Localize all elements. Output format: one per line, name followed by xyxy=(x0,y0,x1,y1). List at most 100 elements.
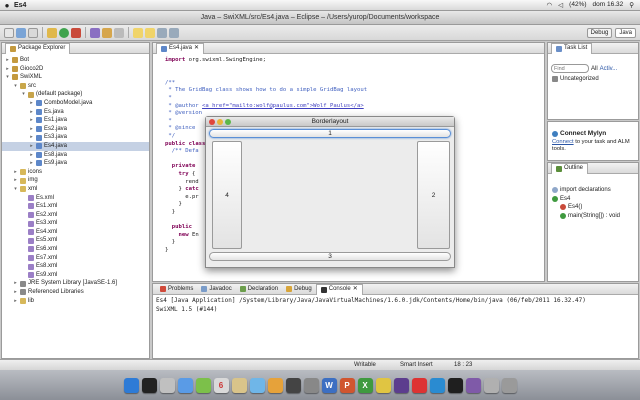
ichat-icon[interactable] xyxy=(195,377,211,393)
uncategorized-row[interactable]: Uncategorized xyxy=(548,75,638,84)
tab-editor-es4[interactable]: Es4.java ✕ xyxy=(156,42,205,54)
finder-icon[interactable] xyxy=(123,377,139,393)
tree-item[interactable]: ▸ Es9.java xyxy=(2,159,149,168)
preview-icon[interactable] xyxy=(231,377,247,393)
chevron-right-icon[interactable]: ▸ xyxy=(29,116,34,125)
battery-percent[interactable]: (42%) xyxy=(569,1,586,9)
external-tools-icon[interactable] xyxy=(71,27,81,38)
west-button[interactable]: 4 xyxy=(212,141,242,249)
run-icon[interactable] xyxy=(59,27,69,38)
tab-problems[interactable]: Problems xyxy=(156,284,197,295)
tab-declaration[interactable]: Declaration xyxy=(236,284,282,295)
chevron-right-icon[interactable]: ▸ xyxy=(5,56,10,65)
chevron-right-icon[interactable]: ▸ xyxy=(29,125,34,134)
eclipse-icon[interactable] xyxy=(393,377,409,393)
time-machine-icon[interactable] xyxy=(285,377,301,393)
tab-task-list[interactable]: Task List xyxy=(551,42,593,54)
outline-item[interactable]: import declarations xyxy=(548,186,638,195)
tree-item[interactable]: ▸ Es1.java xyxy=(2,116,149,125)
chevron-down-icon[interactable]: ▾ xyxy=(13,185,18,194)
mylyn-connect-link[interactable]: Connect xyxy=(552,139,574,145)
volume-icon[interactable]: ◁ xyxy=(558,1,563,9)
itunes-icon[interactable] xyxy=(249,377,265,393)
java-app-icon[interactable] xyxy=(465,377,481,393)
chevron-right-icon[interactable]: ▸ xyxy=(29,108,34,117)
excel-icon[interactable]: X xyxy=(357,377,373,393)
tree-item[interactable]: Es.xml xyxy=(2,194,149,203)
tab-package-explorer[interactable]: Package Explorer xyxy=(5,42,71,54)
skype-icon[interactable] xyxy=(429,377,445,393)
outline-item[interactable]: Es4 xyxy=(548,195,638,204)
chevron-right-icon[interactable]: ▸ xyxy=(13,297,18,306)
tree-item[interactable]: ▸ Es8.java xyxy=(2,151,149,160)
tree-item[interactable]: ▸ Es3.java xyxy=(2,133,149,142)
tree-item[interactable]: ▸ Gioco2D xyxy=(2,65,149,74)
close-icon[interactable]: ✕ xyxy=(194,43,199,54)
tree-item[interactable]: ▸ Referenced Libraries xyxy=(2,288,149,297)
chevron-right-icon[interactable]: ▸ xyxy=(5,65,10,74)
tab-debug[interactable]: Debug xyxy=(282,284,316,295)
debug-icon[interactable] xyxy=(47,27,57,38)
dashboard-icon[interactable] xyxy=(141,377,157,393)
tree-item[interactable]: ▸ icons xyxy=(2,168,149,177)
word-icon[interactable]: W xyxy=(321,377,337,393)
back-icon[interactable] xyxy=(157,27,167,38)
powerpoint-icon[interactable]: P xyxy=(339,377,355,393)
tree-item[interactable]: Es8.xml xyxy=(2,262,149,271)
mail-icon[interactable] xyxy=(159,377,175,393)
close-window-icon[interactable] xyxy=(209,119,215,125)
annotation-prev-icon[interactable] xyxy=(145,27,155,38)
chevron-right-icon[interactable]: ▸ xyxy=(29,159,34,168)
calendar-icon[interactable]: 6 xyxy=(213,377,229,393)
tree-item[interactable]: Es4.xml xyxy=(2,228,149,237)
tree-item[interactable]: Es9.xml xyxy=(2,271,149,280)
garageband-icon[interactable] xyxy=(267,377,283,393)
system-preferences-icon[interactable] xyxy=(303,377,319,393)
new-class-icon[interactable] xyxy=(90,27,100,38)
terminal-icon[interactable] xyxy=(447,377,463,393)
outline-item[interactable]: Es4() xyxy=(548,203,638,212)
chevron-right-icon[interactable]: ▸ xyxy=(13,176,18,185)
east-button[interactable]: 2 xyxy=(417,141,450,249)
tab-console[interactable]: Console ✕ xyxy=(315,283,363,295)
entourage-icon[interactable] xyxy=(375,377,391,393)
app-name[interactable]: Es4 xyxy=(14,2,26,9)
chevron-right-icon[interactable]: ▸ xyxy=(13,279,18,288)
close-icon[interactable]: ✕ xyxy=(353,284,358,295)
trash-icon[interactable] xyxy=(501,377,517,393)
tree-item[interactable]: Es1.xml xyxy=(2,202,149,211)
tree-item[interactable]: ▸ ComboModel.java xyxy=(2,99,149,108)
print-icon[interactable] xyxy=(28,27,38,38)
clock[interactable]: dom 16.32 xyxy=(593,1,624,9)
tree-item[interactable]: ▸ Bot xyxy=(2,56,149,65)
chevron-right-icon[interactable]: ▸ xyxy=(13,288,18,297)
tree-item[interactable]: ▸ Es2.java xyxy=(2,125,149,134)
tree-item[interactable]: Es3.xml xyxy=(2,219,149,228)
tree-item[interactable]: Es7.xml xyxy=(2,254,149,263)
tree-item[interactable]: ▸ JRE System Library [JavaSE-1.6] xyxy=(2,279,149,288)
find-input[interactable] xyxy=(551,64,589,73)
save-icon[interactable] xyxy=(16,27,26,38)
tree-item[interactable]: ▸ lib xyxy=(2,297,149,306)
chevron-right-icon[interactable]: ▸ xyxy=(13,168,18,177)
wifi-icon[interactable]: ◠ xyxy=(547,1,553,9)
north-button[interactable]: 1 xyxy=(209,129,451,138)
tree-item[interactable]: ▸ Es.java xyxy=(2,108,149,117)
annotation-next-icon[interactable] xyxy=(133,27,143,38)
tree-item[interactable]: ▸ img xyxy=(2,176,149,185)
tab-outline[interactable]: Outline xyxy=(551,162,589,174)
perspective-debug[interactable]: Debug xyxy=(586,27,613,38)
apple-icon[interactable]: ● xyxy=(0,1,14,10)
console-output[interactable]: Es4 [Java Application] /System/Library/J… xyxy=(153,295,638,315)
tree-item[interactable]: Es2.xml xyxy=(2,211,149,220)
chevron-down-icon[interactable]: ▾ xyxy=(21,90,26,99)
spotlight-icon[interactable]: ⚲ xyxy=(629,1,634,9)
filter-all[interactable]: All xyxy=(591,66,598,72)
open-type-icon[interactable] xyxy=(102,27,112,38)
chevron-right-icon[interactable]: ▸ xyxy=(29,151,34,160)
outline-item[interactable]: main(String[]) : void xyxy=(548,212,638,221)
tree-item[interactable]: ▸ Es4.java xyxy=(2,141,149,151)
forward-icon[interactable] xyxy=(169,27,179,38)
south-button[interactable]: 3 xyxy=(209,252,451,261)
chevron-right-icon[interactable]: ▸ xyxy=(29,142,34,151)
